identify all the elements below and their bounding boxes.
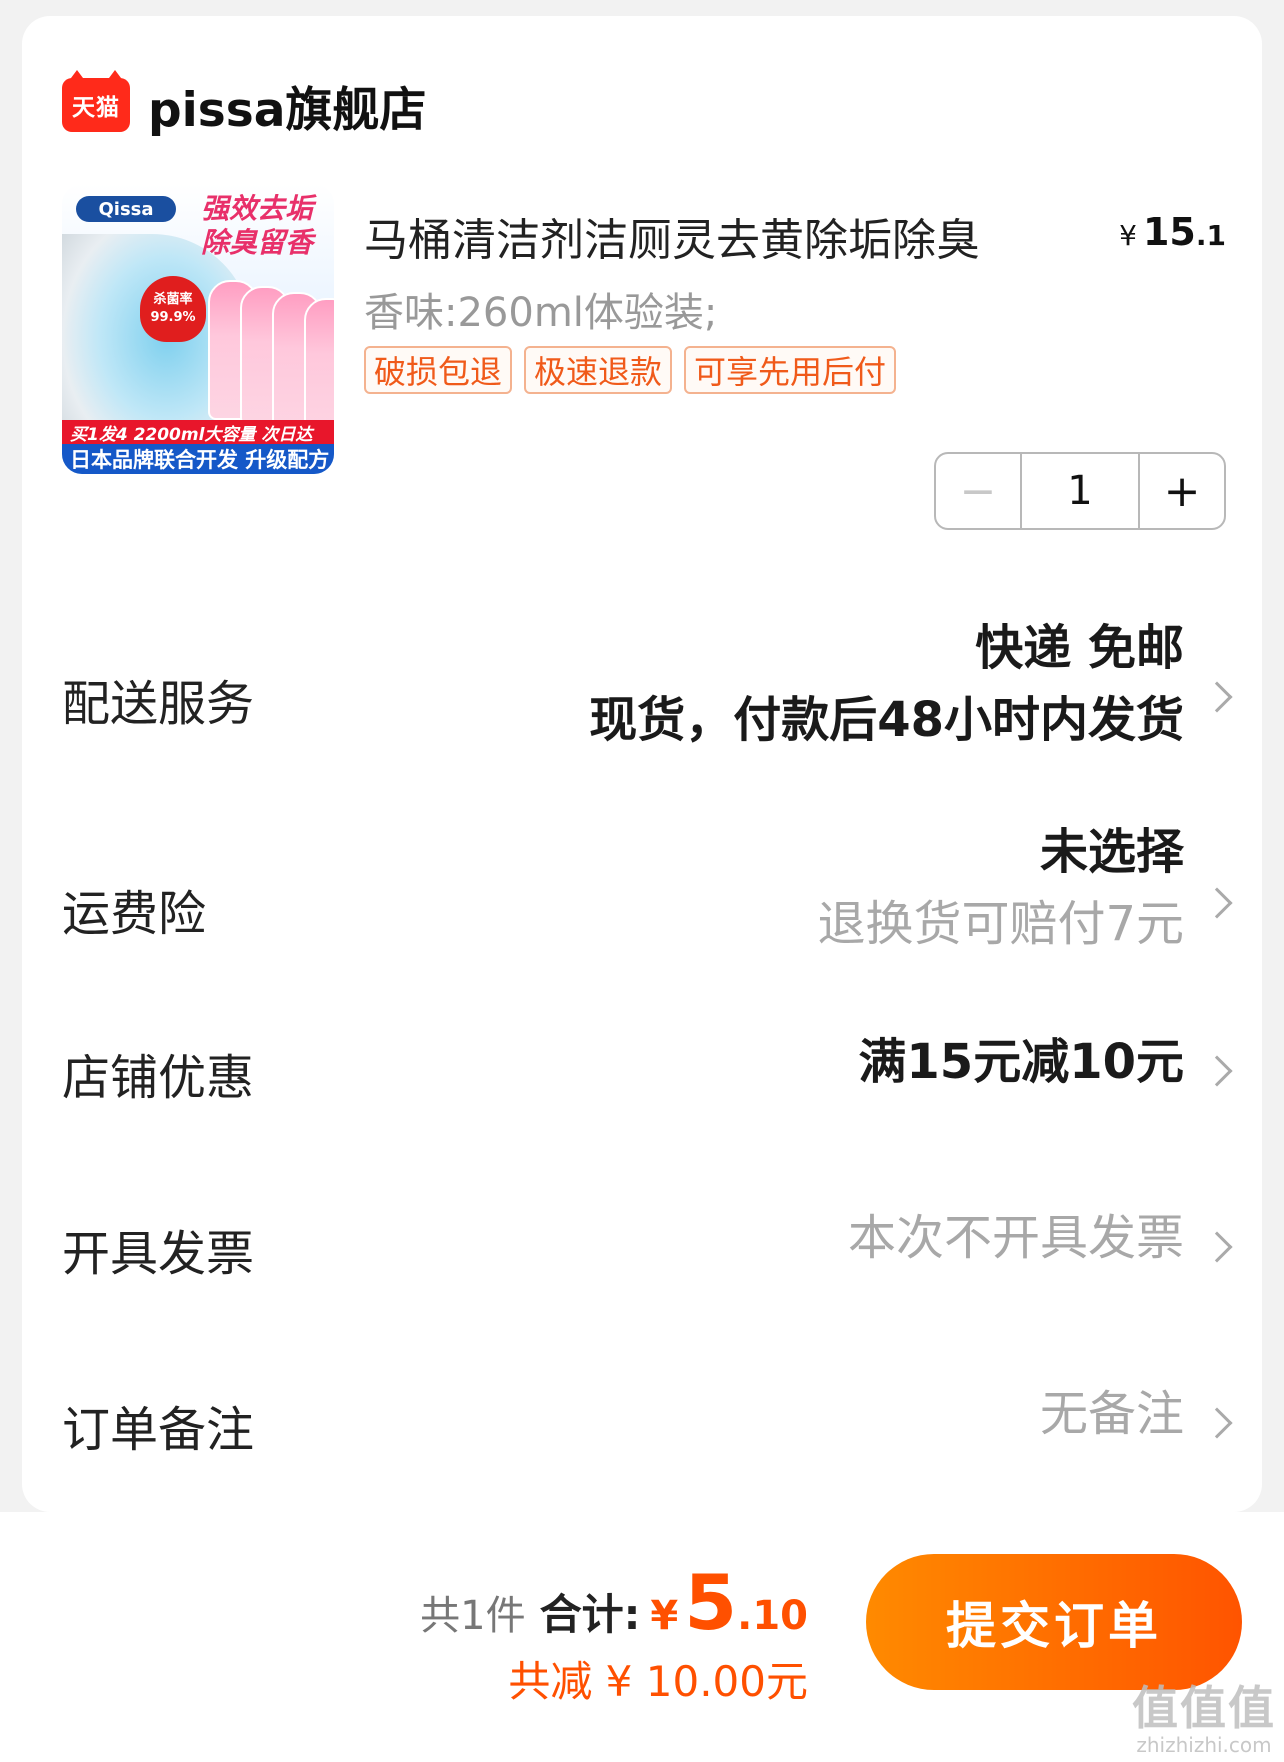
store-name[interactable]: pissa旗舰店: [148, 71, 426, 140]
delivery-time: 现货，付款后48小时内发货: [589, 692, 1184, 748]
chevron-right-icon: [1201, 681, 1233, 713]
product-thumbnail[interactable]: Qissa 强效去垢 除臭留香 杀菌率 99.9% 买1发4 2200ml大容量…: [62, 184, 334, 474]
item-count: 共1件: [420, 1593, 526, 1639]
thumb-strip-promo: 买1发4 2200ml大容量 次日达: [62, 420, 334, 445]
thumb-slogan: 强效去垢 除臭留香: [200, 192, 313, 259]
watermark-logo: 值值值 zhizhizhi.com: [1132, 1682, 1276, 1756]
order-note-text: 无备注: [1039, 1386, 1184, 1442]
product-title[interactable]: 马桶清洁剂洁厕灵去黄除垢除臭: [364, 204, 1064, 268]
insurance-description: 退换货可赔付7元: [817, 896, 1184, 952]
row-invoice-label: 开具发票: [62, 1226, 255, 1282]
chevron-right-icon: [1201, 887, 1233, 919]
chevron-right-icon: [1201, 1055, 1233, 1087]
tmall-logo-text: 天猫: [72, 95, 120, 121]
row-shipping-insurance-value: 未选择 退换货可赔付7元: [817, 816, 1184, 960]
insurance-status: 未选择: [1039, 824, 1184, 880]
increase-quantity-button[interactable]: +: [1140, 454, 1224, 528]
price-symbol: ¥: [1119, 219, 1137, 252]
checkout-bar: 共1件 合计: ¥ 5 .10 共减 ¥ 10.00元 提交订单 值值值 zhi…: [0, 1512, 1284, 1762]
service-tag: 极速退款: [524, 346, 673, 394]
total-symbol: ¥: [650, 1593, 679, 1639]
quantity-stepper: − 1 +: [934, 452, 1226, 530]
row-order-note[interactable]: 订单备注 无备注: [22, 1378, 1262, 1468]
product-price: ¥15.1: [1119, 210, 1226, 254]
order-total: 共1件 合计: ¥ 5 .10: [420, 1558, 808, 1647]
row-shipping-insurance-label: 运费险: [62, 886, 207, 942]
row-delivery-value: 快递 免邮 现货，付款后48小时内发货: [589, 612, 1184, 756]
store-header[interactable]: 天猫 pissa旗舰店: [62, 70, 426, 140]
row-invoice[interactable]: 开具发票 本次不开具发票: [22, 1202, 1262, 1292]
service-tags: 破损包退 极速退款 可享先用后付: [364, 346, 897, 394]
total-decimal: .10: [737, 1593, 808, 1639]
delivery-method: 快递 免邮: [975, 620, 1184, 676]
service-tag: 破损包退: [364, 346, 513, 394]
row-delivery[interactable]: 配送服务 快递 免邮 现货，付款后48小时内发货: [22, 612, 1262, 782]
row-invoice-value: 本次不开具发票: [848, 1202, 1184, 1274]
tmall-logo: 天猫: [62, 70, 130, 132]
row-delivery-label: 配送服务: [62, 676, 255, 732]
thumb-bottle: [304, 298, 334, 438]
product-spec[interactable]: 香味:260ml体验装;: [364, 280, 717, 338]
service-tag: 可享先用后付: [684, 346, 897, 394]
submit-order-button[interactable]: 提交订单: [866, 1554, 1242, 1690]
chevron-right-icon: [1201, 1231, 1233, 1263]
total-discount: 共减 ¥ 10.00元: [508, 1657, 808, 1706]
row-shipping-insurance[interactable]: 运费险 未选择 退换货可赔付7元: [22, 816, 1262, 966]
thumb-brand-label: Qissa: [76, 196, 176, 222]
invoice-text: 本次不开具发票: [847, 1210, 1184, 1266]
order-card: 天猫 pissa旗舰店 Qissa 强效去垢 除臭留香 杀菌率 99.9% 买1…: [22, 16, 1262, 1512]
thumb-strip-brand: 日本品牌联合开发 升级配方: [62, 444, 334, 474]
row-store-discount-label: 店铺优惠: [62, 1050, 255, 1106]
quantity-value[interactable]: 1: [1020, 454, 1140, 528]
thumb-badge-value: 99.9%: [150, 310, 196, 325]
decrease-quantity-button[interactable]: −: [936, 454, 1020, 528]
row-order-note-label: 订单备注: [62, 1402, 255, 1458]
row-order-note-value: 无备注: [1040, 1378, 1184, 1450]
chevron-right-icon: [1201, 1407, 1233, 1439]
watermark-main: 值值值: [1132, 1681, 1276, 1735]
price-decimal: .1: [1195, 219, 1226, 252]
store-discount-text: 满15元减10元: [858, 1034, 1184, 1090]
row-store-discount-value: 满15元减10元: [858, 1026, 1184, 1098]
thumb-badge-label: 杀菌率: [153, 292, 193, 307]
total-label: 合计:: [539, 1590, 641, 1639]
price-integer: 15: [1142, 210, 1196, 254]
row-store-discount[interactable]: 店铺优惠 满15元减10元: [22, 1026, 1262, 1116]
total-integer: 5: [684, 1558, 738, 1647]
thumb-badge: 杀菌率 99.9%: [140, 276, 206, 342]
watermark-sub: zhizhizhi.com: [1136, 1733, 1272, 1757]
